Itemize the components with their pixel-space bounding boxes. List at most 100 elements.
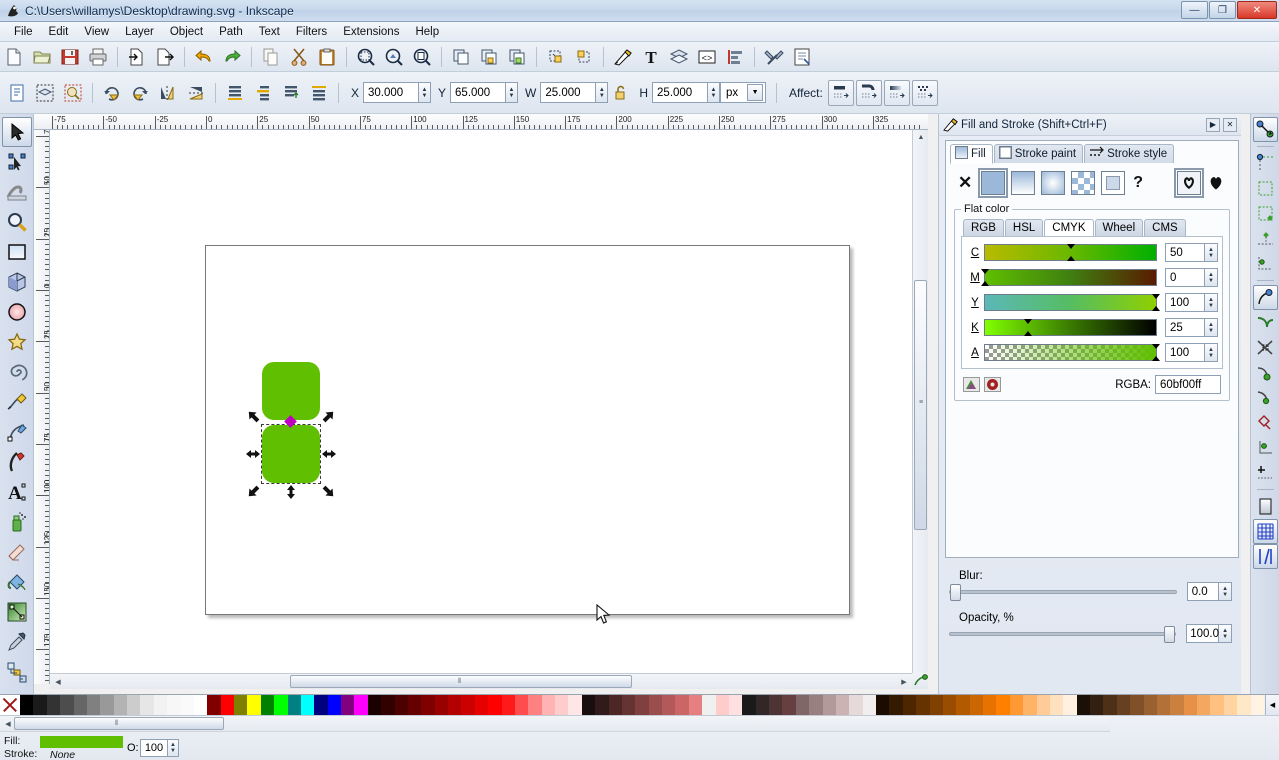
palette-swatch[interactable] (1237, 695, 1251, 715)
canvas-vertical-scrollbar[interactable]: ▲ ≡ ▼ (912, 130, 928, 684)
3d-box-tool[interactable] (2, 267, 32, 297)
pencil-tool[interactable] (2, 387, 32, 417)
palette-swatch[interactable] (675, 695, 689, 715)
zoom-page-icon[interactable] (409, 44, 435, 70)
palette-swatch[interactable] (260, 695, 275, 715)
palette-swatch[interactable] (501, 695, 515, 715)
move-patterns-toggle[interactable] (911, 79, 938, 106)
paint-bucket-tool[interactable] (2, 567, 32, 597)
rounded-rect-top[interactable] (262, 362, 320, 420)
slider-strip-m[interactable] (981, 269, 1157, 286)
palette-swatch[interactable] (1076, 695, 1090, 715)
menu-extensions[interactable]: Extensions (335, 24, 407, 40)
palette-swatch[interactable] (662, 695, 676, 715)
palette-swatch[interactable] (916, 695, 930, 715)
deselect-icon[interactable] (60, 80, 86, 106)
cut-icon[interactable] (286, 44, 312, 70)
palette-swatch[interactable] (514, 695, 529, 715)
new-document-icon[interactable] (1, 44, 27, 70)
palette-swatch[interactable] (234, 695, 248, 715)
opacity-input-status[interactable]: 100 (140, 739, 168, 757)
scale-stroke-width-toggle[interactable] (827, 79, 854, 106)
palette-swatch[interactable] (541, 695, 555, 715)
menu-text[interactable]: Text (251, 24, 288, 40)
palette-swatch[interactable] (581, 695, 596, 715)
fill-color-swatch[interactable] (40, 736, 123, 748)
snap-rotation-centers-toggle[interactable] (1253, 460, 1278, 485)
palette-swatch[interactable] (193, 695, 208, 715)
palette-swatch[interactable] (1049, 695, 1064, 715)
palette-swatch[interactable] (956, 695, 970, 715)
minimize-dialog-icon[interactable]: ▶ (1206, 117, 1220, 132)
tab-stroke-style[interactable]: Stroke style (1084, 144, 1175, 163)
star-tool[interactable] (2, 327, 32, 357)
fill-stroke-dialog-icon[interactable] (610, 44, 636, 70)
linear-gradient-button[interactable] (1011, 171, 1036, 195)
export-icon[interactable] (152, 44, 178, 70)
palette-swatch[interactable] (555, 695, 569, 715)
select-all-icon[interactable] (4, 80, 30, 106)
palette-swatch[interactable] (1250, 695, 1264, 715)
palette-swatch[interactable] (20, 695, 34, 715)
palette-swatch[interactable] (635, 695, 649, 715)
slider-value-m[interactable]: 0 (1165, 268, 1205, 287)
blur-slider[interactable] (949, 583, 1177, 601)
slider-stepper-y[interactable]: ▲ ▼ (1205, 293, 1218, 312)
palette-swatch[interactable] (1116, 695, 1131, 715)
palette-swatch[interactable] (1090, 695, 1104, 715)
palette-swatch[interactable] (1210, 695, 1224, 715)
tab-cmyk[interactable]: CMYK (1044, 219, 1094, 236)
palette-swatch[interactable] (153, 695, 168, 715)
snap-bounding-box-toggle[interactable] (1253, 151, 1278, 176)
snap-bbox-centers-toggle[interactable] (1253, 251, 1278, 276)
slider-strip-y[interactable] (984, 294, 1160, 311)
slider-value-c[interactable]: 50 (1165, 243, 1205, 262)
y-stepper[interactable]: ▲ ▼ (506, 82, 519, 103)
w-input[interactable]: 25.000 (540, 82, 597, 103)
snap-to-cusp-nodes-toggle[interactable] (1253, 360, 1278, 385)
preferences-icon[interactable] (761, 44, 787, 70)
slider-value-y[interactable]: 100 (1165, 293, 1205, 312)
lower-to-bottom-icon[interactable] (571, 44, 597, 70)
palette-swatch[interactable] (354, 695, 368, 715)
lower-button[interactable] (250, 80, 276, 106)
palette-swatch[interactable] (274, 695, 288, 715)
eraser-tool[interactable] (2, 537, 32, 567)
palette-swatch[interactable] (822, 695, 836, 715)
palette-swatch[interactable] (474, 695, 489, 715)
palette-swatch[interactable] (1197, 695, 1211, 715)
palette-swatch[interactable] (33, 695, 47, 715)
scroll-right-arrow[interactable]: ▶ (899, 677, 909, 687)
pick-color-icon[interactable] (963, 377, 980, 392)
palette-swatch[interactable] (876, 695, 890, 715)
tab-fill[interactable]: Fill (950, 144, 993, 164)
spiral-tool[interactable] (2, 357, 32, 387)
tab-wheel[interactable]: Wheel (1094, 219, 1144, 236)
minimize-button[interactable]: — (1181, 1, 1208, 19)
status-scroll-thumb[interactable]: ⦀ (14, 717, 224, 730)
layers-dialog-icon[interactable] (666, 44, 692, 70)
unknown-paint-button[interactable]: ? (1133, 174, 1143, 192)
x-stepper[interactable]: ▲ ▼ (419, 82, 432, 103)
snap-to-smooth-nodes-toggle[interactable] (1253, 385, 1278, 410)
text-tool[interactable]: A (2, 477, 32, 507)
palette-swatch[interactable] (1036, 695, 1050, 715)
palette-swatch[interactable] (608, 695, 622, 715)
import-icon[interactable] (124, 44, 150, 70)
snap-guides-toggle[interactable] (1253, 544, 1278, 569)
copy-icon[interactable] (258, 44, 284, 70)
palette-swatch[interactable] (394, 695, 408, 715)
palette-swatch[interactable] (902, 695, 917, 715)
duplicate-icon[interactable] (448, 44, 474, 70)
raise-to-top-button[interactable] (306, 80, 332, 106)
tab-stroke-paint[interactable]: Stroke paint (993, 144, 1084, 163)
palette-swatch[interactable] (929, 695, 943, 715)
palette-swatch[interactable] (702, 695, 715, 715)
palette-swatch[interactable] (180, 695, 194, 715)
redo-icon[interactable] (219, 44, 245, 70)
slider-stepper-m[interactable]: ▲ ▼ (1205, 268, 1218, 287)
snap-grids-toggle[interactable] (1253, 519, 1278, 544)
palette-swatch[interactable] (782, 695, 796, 715)
palette-swatch[interactable] (448, 695, 462, 715)
ellipse-tool[interactable] (2, 297, 32, 327)
